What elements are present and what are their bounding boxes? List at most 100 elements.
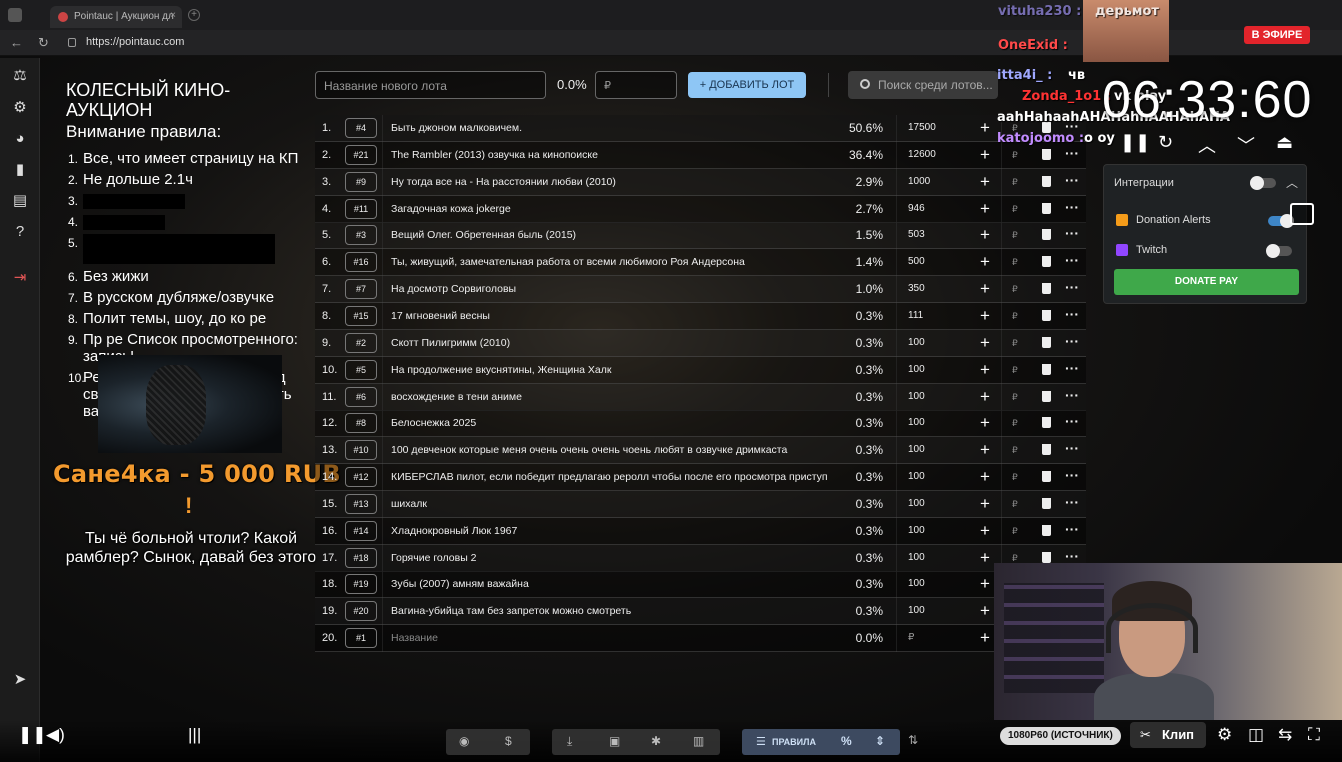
lot-amount-field[interactable]: 350 (908, 276, 978, 302)
extra-amount-input[interactable]: ₽ (1012, 249, 1022, 275)
save-icon[interactable]: ▣ (609, 734, 620, 748)
add-amount-button[interactable]: + (978, 410, 992, 436)
lot-amount-field[interactable]: 100 (908, 330, 978, 356)
add-amount-button[interactable]: + (978, 115, 992, 141)
gavel-icon[interactable]: ⚖ (10, 66, 30, 86)
lot-amount-field[interactable]: 100 (908, 571, 978, 597)
trash-icon[interactable] (1042, 256, 1051, 268)
twitch-toggle[interactable] (1266, 244, 1292, 258)
lot-amount-field[interactable]: 100 (908, 357, 978, 383)
add-amount-button[interactable]: + (978, 625, 992, 651)
chevron-up-icon[interactable]: ︿ (1286, 174, 1298, 191)
trash-icon[interactable] (1042, 390, 1051, 402)
pause-icon[interactable]: ❚❚ (18, 725, 47, 745)
add-amount-button[interactable]: + (978, 276, 992, 302)
new-lot-name-input[interactable]: Название нового лота (315, 71, 546, 99)
extra-amount-input[interactable]: ₽ (1012, 384, 1022, 410)
lot-amount-field[interactable]: 503 (908, 222, 978, 248)
donation-alerts-toggle[interactable] (1268, 214, 1294, 228)
settings-icon[interactable]: ⚙ (1217, 725, 1232, 745)
lot-amount-field[interactable]: 12600 (908, 142, 978, 168)
stream-quality-badge[interactable]: 1080P60 (ИСТОЧНИК) (1000, 727, 1121, 745)
stats-icon[interactable]: ▮ (10, 160, 30, 180)
percent-icon[interactable]: % (841, 734, 852, 748)
add-amount-button[interactable]: + (978, 142, 992, 168)
add-amount-button[interactable]: + (978, 222, 992, 248)
lot-name-field[interactable]: Ну тогда все на - На расстоянии любви (2… (391, 169, 828, 195)
reset-timer-icon[interactable]: ↻ (1158, 132, 1173, 153)
lot-name-field[interactable]: Вещий Олег. Обретенная быль (2015) (391, 222, 828, 248)
lot-name-field[interactable]: 17 мгновений весны (391, 303, 828, 329)
back-icon[interactable]: ← (10, 35, 23, 50)
trash-icon[interactable] (1042, 524, 1051, 536)
more-icon[interactable]: ··· (1065, 196, 1081, 222)
add-amount-button[interactable]: + (978, 303, 992, 329)
lot-amount-field[interactable]: 100 (908, 598, 978, 624)
sort-icon[interactable]: ⇕ (875, 734, 885, 748)
add-amount-button[interactable]: + (978, 464, 992, 490)
volume-icon[interactable]: ◀) (46, 725, 65, 745)
extra-amount-input[interactable]: ₽ (1012, 437, 1022, 463)
reload-icon[interactable]: ↻ (38, 35, 49, 51)
pause-timer-icon[interactable]: ❚❚ (1120, 132, 1150, 153)
more-icon[interactable]: ··· (1065, 437, 1081, 463)
extra-amount-input[interactable]: ₽ (1012, 330, 1022, 356)
lot-amount-field[interactable]: 100 (908, 437, 978, 463)
sort-order-icon[interactable]: ⇅ (908, 733, 918, 747)
lot-name-field[interactable]: восхождение в тени аниме (391, 384, 828, 410)
trash-icon[interactable] (1042, 471, 1051, 483)
add-amount-button[interactable]: + (978, 249, 992, 275)
add-time-icon[interactable]: ︿ (1198, 132, 1216, 158)
lot-name-field[interactable]: Хладнокровный Люк 1967 (391, 518, 828, 544)
trash-icon[interactable] (1042, 444, 1051, 456)
more-icon[interactable]: ··· (1065, 222, 1081, 248)
add-amount-button[interactable]: + (978, 196, 992, 222)
new-lot-amount-input[interactable]: ₽ (595, 71, 677, 99)
theatre-mode-icon[interactable]: ◫ (1248, 725, 1264, 745)
dollar-icon[interactable]: $ (505, 734, 512, 748)
lot-amount-field[interactable]: 1000 (908, 169, 978, 195)
lot-search-input[interactable]: Поиск среди лотов... (848, 71, 998, 99)
close-tab-icon[interactable]: × (170, 10, 176, 21)
lot-amount-field[interactable]: 100 (908, 384, 978, 410)
rules-button[interactable]: ПРАВИЛА (772, 737, 816, 747)
add-lot-button[interactable]: + ДОБАВИТЬ ЛОТ (688, 72, 806, 98)
trash-icon[interactable] (1042, 551, 1051, 563)
lot-name-field[interactable]: Быть джоном малковичем. (391, 115, 828, 141)
help-icon[interactable]: ? (10, 222, 30, 242)
extra-amount-input[interactable]: ₽ (1012, 196, 1022, 222)
rotate-icon[interactable]: ⇆ (1278, 725, 1292, 745)
lot-name-field[interactable]: Белоснежка 2025 (391, 410, 828, 436)
bug-icon[interactable]: ✱ (651, 734, 661, 748)
picture-in-picture-icon[interactable] (1290, 203, 1314, 225)
lot-amount-field[interactable]: 100 (908, 410, 978, 436)
lot-name-field[interactable]: шихалк (391, 491, 828, 517)
more-icon[interactable]: ··· (1065, 276, 1081, 302)
clipboard-icon[interactable]: ▤ (10, 191, 30, 211)
browser-tab[interactable]: Pointauc | Аукцион дл × (50, 6, 182, 28)
more-icon[interactable]: ··· (1065, 464, 1081, 490)
new-tab-icon[interactable]: + (188, 9, 200, 21)
lot-name-field[interactable]: The Rambler (2013) озвучка на кинопоиске (391, 142, 828, 168)
extra-amount-input[interactable]: ₽ (1012, 357, 1022, 383)
lot-name-field[interactable]: На продолжение вкуснятины, Женщина Халк (391, 357, 828, 383)
url-field[interactable]: https://pointauc.com (86, 36, 184, 48)
trash-icon[interactable] (1042, 202, 1051, 214)
trash-icon[interactable] (1042, 336, 1051, 348)
lot-name-field[interactable]: На досмотр Сорвиголовы (391, 276, 828, 302)
extra-amount-input[interactable]: ₽ (1012, 169, 1022, 195)
trash-icon[interactable] (1042, 148, 1051, 160)
collapse-timer-icon[interactable]: ⏏ (1276, 132, 1293, 153)
trash-icon[interactable] (1042, 417, 1051, 429)
lot-name-field[interactable]: КИБЕРСЛАВ пилот, если победит предлагаю … (391, 464, 828, 490)
lot-name-field[interactable]: Загадочная кожа jokerge (391, 196, 828, 222)
lot-name-field[interactable]: Ты, живущий, замечательная работа от все… (391, 249, 828, 275)
extra-amount-input[interactable]: ₽ (1012, 491, 1022, 517)
add-amount-button[interactable]: + (978, 491, 992, 517)
lot-amount-field[interactable]: 500 (908, 249, 978, 275)
lot-name-field[interactable]: 100 девченок которые меня очень очень оч… (391, 437, 828, 463)
lot-amount-field[interactable]: 100 (908, 518, 978, 544)
lot-name-field[interactable]: Скотт Пилигримм (2010) (391, 330, 828, 356)
more-icon[interactable]: ··· (1065, 303, 1081, 329)
add-amount-button[interactable]: + (978, 330, 992, 356)
